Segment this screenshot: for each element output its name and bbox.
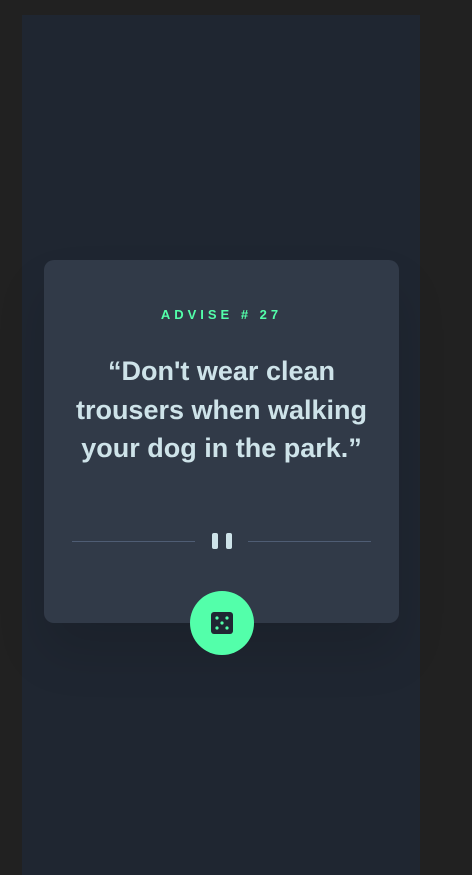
generate-advice-button[interactable]: [190, 591, 254, 655]
divider-line-left: [72, 541, 195, 542]
pause-icon: [212, 533, 232, 549]
divider: [72, 532, 371, 550]
advice-quote: “Don't wear clean trousers when walking …: [75, 356, 368, 463]
advice-number: ADVISE # 27: [160, 307, 283, 322]
divider-line-right: [248, 541, 371, 542]
dice-icon: [211, 612, 233, 634]
advice-card: ADVISE # 27 “Don't wear clean trousers w…: [44, 260, 399, 623]
